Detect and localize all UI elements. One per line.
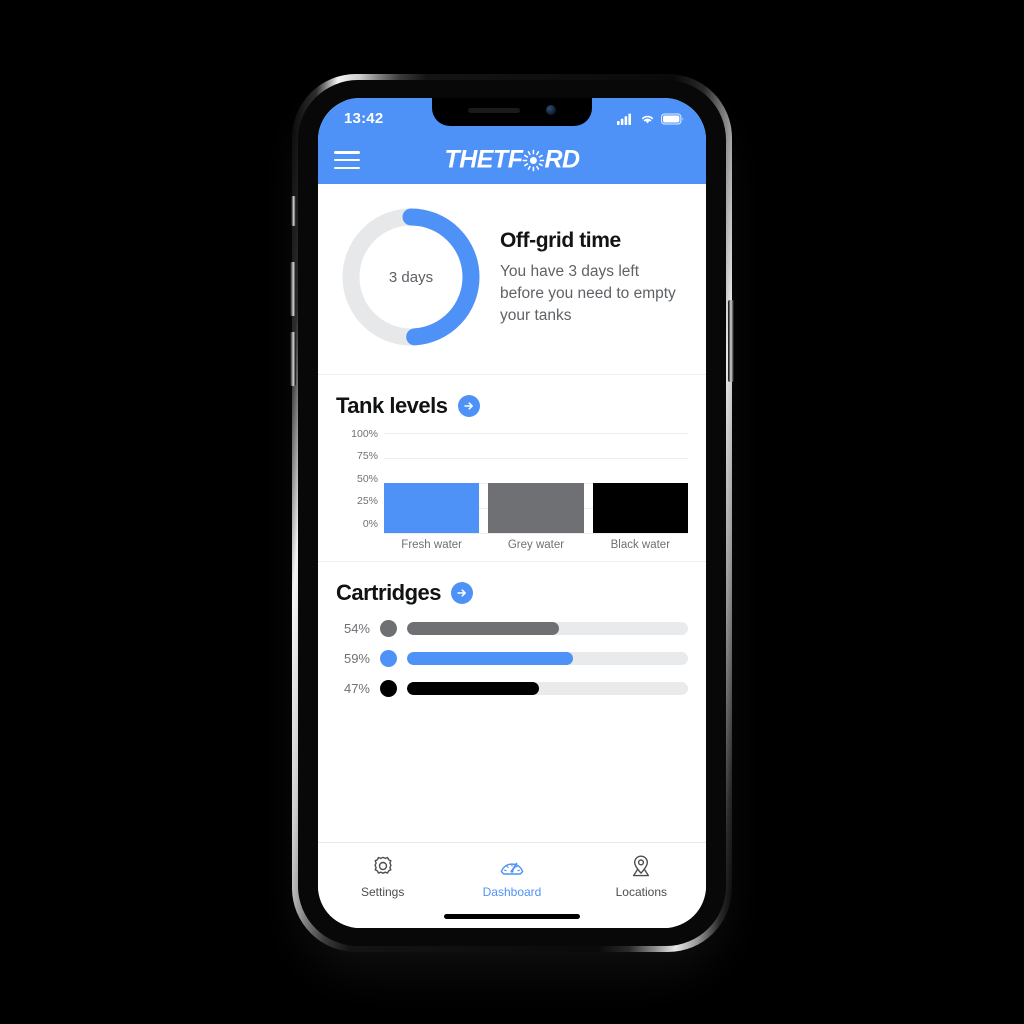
bar-column xyxy=(488,433,584,533)
tab-settings[interactable]: Settings xyxy=(318,853,447,899)
tab-settings-label: Settings xyxy=(360,885,405,899)
y-tick-label: 0% xyxy=(362,517,378,530)
cartridge-progress-track xyxy=(407,682,688,695)
earpiece-speaker-icon xyxy=(468,107,520,113)
cellular-signal-icon xyxy=(617,113,631,125)
cartridge-color-dot xyxy=(380,650,397,667)
battery-icon xyxy=(661,113,684,124)
bar-column xyxy=(592,433,688,533)
offgrid-time-card: 3 days Off-grid time You have 3 days lef… xyxy=(318,184,706,374)
screenshot-root: 13:42 THETF RD 3 days Off-grid time You … xyxy=(0,0,1024,1024)
cartridge-progress-track xyxy=(407,652,688,665)
silent-switch-button[interactable] xyxy=(291,196,296,226)
cartridges-header: Cartridges xyxy=(336,580,688,606)
tab-locations-label: Locations xyxy=(615,885,667,899)
cartridge-row[interactable]: 59% xyxy=(336,650,688,667)
cartridge-row[interactable]: 47% xyxy=(336,680,688,697)
cartridge-progress-fill xyxy=(407,652,573,665)
cartridge-progress-fill xyxy=(407,682,540,695)
brand-text-after: RD xyxy=(544,145,580,174)
cartridge-progress-fill xyxy=(407,622,559,635)
power-button[interactable] xyxy=(728,300,734,382)
offgrid-description: You have 3 days left before you need to … xyxy=(500,263,676,324)
x-tick-label: Black water xyxy=(610,539,671,551)
gear-icon xyxy=(374,856,392,874)
bar xyxy=(592,483,688,533)
wifi-icon xyxy=(641,115,654,123)
status-bar-time: 13:42 xyxy=(344,110,384,127)
offgrid-title: Off-grid time xyxy=(500,229,621,252)
cartridge-color-dot xyxy=(380,620,397,637)
cartridges-arrow-right-icon[interactable] xyxy=(451,582,474,604)
x-tick-label: Grey water xyxy=(507,539,565,551)
gauge-icon xyxy=(500,862,524,875)
tank-levels-plot-area xyxy=(384,433,688,534)
cartridge-progress-track xyxy=(407,622,688,635)
cartridge-percent-label: 59% xyxy=(343,651,370,666)
offgrid-donut-chart: 3 days xyxy=(336,202,486,352)
brand-logo: THETF RD xyxy=(444,145,580,175)
sunburst-o-icon xyxy=(522,149,545,171)
tank-levels-y-axis: 100% 75% 50% 25% 0% xyxy=(340,429,384,533)
offgrid-donut-label: 3 days xyxy=(388,268,434,286)
cartridge-row[interactable]: 54% xyxy=(336,620,688,637)
cartridge-color-dot xyxy=(380,680,397,697)
tank-levels-title: Tank levels xyxy=(336,393,448,418)
home-indicator[interactable] xyxy=(444,914,580,919)
cartridges-title: Cartridges xyxy=(336,580,442,605)
main-content: 3 days Off-grid time You have 3 days lef… xyxy=(318,184,706,720)
display-notch xyxy=(432,98,592,126)
volume-down-button[interactable] xyxy=(290,332,296,386)
chart-gridline xyxy=(384,533,688,534)
phone-screen: 13:42 THETF RD 3 days Off-grid time You … xyxy=(318,98,706,928)
y-tick-label: 75% xyxy=(356,450,378,463)
offgrid-text-block: Off-grid time You have 3 days left befor… xyxy=(500,227,686,327)
tank-levels-bars xyxy=(384,433,688,533)
app-bar: THETF RD xyxy=(318,136,706,184)
tab-dashboard-label: Dashboard xyxy=(482,885,542,899)
cartridges-list: 54% 59% 47% xyxy=(336,620,688,697)
hamburger-menu-icon[interactable] xyxy=(334,151,360,169)
y-tick-label: 50% xyxy=(356,472,378,485)
tab-dashboard[interactable]: Dashboard xyxy=(447,853,576,899)
cartridges-section: Cartridges 54% 59% 47% xyxy=(318,562,706,720)
tank-levels-bar-chart: 100% 75% 50% 25% 0% xyxy=(336,429,688,534)
bar-column xyxy=(384,433,480,533)
tank-levels-header: Tank levels xyxy=(336,393,688,419)
status-bar-icons xyxy=(617,110,684,125)
tank-levels-x-axis: Fresh water Grey water Black water xyxy=(380,539,688,551)
bar xyxy=(384,483,480,533)
tank-levels-arrow-right-icon[interactable] xyxy=(457,395,480,417)
y-tick-label: 100% xyxy=(351,428,378,440)
x-tick-label: Fresh water xyxy=(401,539,463,551)
tank-levels-section: Tank levels 100% 75% 50% 25% 0% Fresh water G… xyxy=(318,375,706,561)
bar xyxy=(488,483,584,533)
y-tick-label: 25% xyxy=(356,495,378,508)
bottom-tab-bar: Settings Dashboard Locations xyxy=(318,842,706,928)
brand-text-before: THETF xyxy=(444,145,523,174)
cartridge-percent-label: 47% xyxy=(343,681,370,696)
tab-locations[interactable]: Locations xyxy=(577,853,706,899)
volume-up-button[interactable] xyxy=(290,262,296,316)
map-pin-icon xyxy=(633,855,650,877)
front-camera-icon xyxy=(546,105,556,115)
cartridge-percent-label: 54% xyxy=(343,621,370,636)
